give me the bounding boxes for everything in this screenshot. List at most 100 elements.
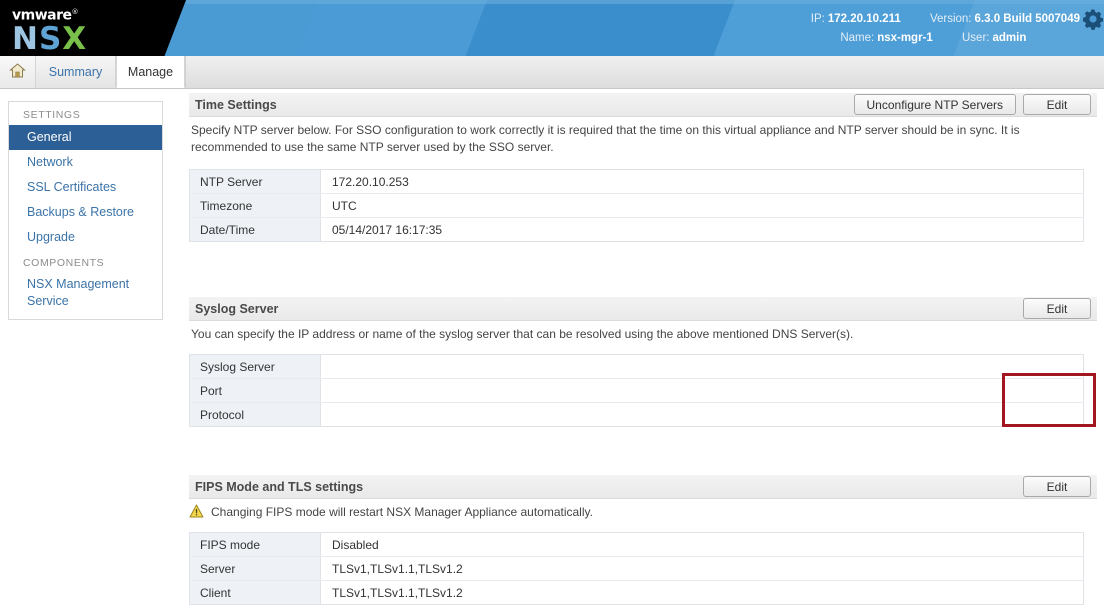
banner-name: Name:nsx-mgr-1 xyxy=(840,29,932,48)
fips-mode-table: FIPS mode Disabled Server TLSv1,TLSv1.1,… xyxy=(189,532,1084,605)
banner-info-row-1: IP:172.20.10.211 Version:6.3.0 Build 500… xyxy=(811,10,1080,29)
fips-mode-header: FIPS Mode and TLS settings Edit xyxy=(189,475,1097,499)
syslog-server-edit-button[interactable]: Edit xyxy=(1023,298,1091,319)
sidebar-item-network[interactable]: Network xyxy=(9,150,162,175)
nsx-wordmark: NSX xyxy=(12,24,87,55)
fips-mode-description: Changing FIPS mode will restart NSX Mana… xyxy=(211,505,593,519)
datetime-value: 05/14/2017 16:17:35 xyxy=(321,218,1084,242)
gear-icon[interactable] xyxy=(1082,8,1104,30)
syslog-port-label: Port xyxy=(190,379,321,403)
table-row: Protocol xyxy=(190,403,1084,427)
sidebar-item-network-label: Network xyxy=(27,155,73,169)
syslog-server-actions: Edit xyxy=(1023,298,1091,319)
banner-panel-3 xyxy=(466,0,742,56)
fips-mode-edit-button[interactable]: Edit xyxy=(1023,476,1091,497)
settings-sidebar: SETTINGS General Network SSL Certificate… xyxy=(8,101,163,320)
banner-panel-2 xyxy=(297,0,493,56)
workspace: SETTINGS General Network SSL Certificate… xyxy=(0,89,1104,612)
fips-mode-description-wrap: Changing FIPS mode will restart NSX Mana… xyxy=(189,499,1049,528)
timezone-value: UTC xyxy=(321,194,1084,218)
table-row: FIPS mode Disabled xyxy=(190,533,1084,557)
datetime-label: Date/Time xyxy=(190,218,321,242)
banner-top-highlight xyxy=(186,0,1104,4)
table-row: Date/Time 05/14/2017 16:17:35 xyxy=(190,218,1084,242)
fips-mode-section: FIPS Mode and TLS settings Edit Changing… xyxy=(189,475,1097,605)
sidebar-item-ssl-certificates-label: SSL Certificates xyxy=(27,180,116,194)
nsx-letter-n: N xyxy=(12,21,39,56)
sidebar-item-general[interactable]: General xyxy=(9,125,162,150)
warning-triangle-icon xyxy=(189,504,204,518)
sidebar-item-backups-restore-label: Backups & Restore xyxy=(27,205,134,219)
nsx-letter-x: X xyxy=(62,21,87,56)
time-settings-header: Time Settings Unconfigure NTP Servers Ed… xyxy=(189,93,1097,117)
time-settings-section: Time Settings Unconfigure NTP Servers Ed… xyxy=(189,93,1097,242)
table-row: Timezone UTC xyxy=(190,194,1084,218)
vmware-nsx-logo: vmware® NSX xyxy=(12,5,87,55)
sidebar-item-nsx-management-service[interactable]: NSX Management Service xyxy=(9,273,162,313)
table-row: Port xyxy=(190,379,1084,403)
banner-version: Version:6.3.0 Build 5007049 xyxy=(930,10,1080,29)
banner-version-value: 6.3.0 Build 5007049 xyxy=(975,13,1080,25)
syslog-server-section: Syslog Server Edit You can specify the I… xyxy=(189,297,1097,427)
banner-ip-label: IP: xyxy=(811,13,825,25)
sidebar-group-components-title: COMPONENTS xyxy=(9,250,162,273)
banner-user-value: admin xyxy=(992,32,1026,44)
syslog-protocol-label: Protocol xyxy=(190,403,321,427)
tls-server-value: TLSv1,TLSv1.1,TLSv1.2 xyxy=(321,557,1084,581)
home-button[interactable] xyxy=(0,56,36,88)
tls-client-value: TLSv1,TLSv1.1,TLSv1.2 xyxy=(321,581,1084,605)
syslog-server-title: Syslog Server xyxy=(189,302,278,316)
nsx-letter-s: S xyxy=(39,21,62,56)
syslog-server-label: Syslog Server xyxy=(190,355,321,379)
vmware-registered-mark: ® xyxy=(72,8,79,16)
fips-mode-label: FIPS mode xyxy=(190,533,321,557)
time-settings-description: Specify NTP server below. For SSO config… xyxy=(189,117,1049,163)
table-row: Client TLSv1,TLSv1.1,TLSv1.2 xyxy=(190,581,1084,605)
sidebar-item-nsx-management-service-label: NSX Management Service xyxy=(27,277,129,308)
sidebar-item-general-label: General xyxy=(27,130,71,144)
banner-name-label: Name: xyxy=(840,32,874,44)
home-icon xyxy=(9,63,26,82)
tls-server-label: Server xyxy=(190,557,321,581)
tab-manage-label: Manage xyxy=(128,65,173,79)
fips-mode-actions: Edit xyxy=(1023,476,1091,497)
time-settings-actions: Unconfigure NTP Servers Edit xyxy=(854,94,1092,115)
tls-client-label: Client xyxy=(190,581,321,605)
main-tab-bar: Summary Manage xyxy=(0,56,1104,89)
syslog-port-value xyxy=(321,379,1084,403)
banner-ip: IP:172.20.10.211 xyxy=(811,10,901,29)
table-row: Server TLSv1,TLSv1.1,TLSv1.2 xyxy=(190,557,1084,581)
unconfigure-ntp-servers-button[interactable]: Unconfigure NTP Servers xyxy=(854,94,1017,115)
banner-user-label: User: xyxy=(962,32,989,44)
table-row: Syslog Server xyxy=(190,355,1084,379)
banner-info-row-2: Name:nsx-mgr-1 User:admin xyxy=(811,29,1080,48)
sidebar-item-ssl-certificates[interactable]: SSL Certificates xyxy=(9,175,162,200)
sidebar-item-upgrade[interactable]: Upgrade xyxy=(9,225,162,250)
banner-name-value: nsx-mgr-1 xyxy=(877,32,933,44)
time-settings-title: Time Settings xyxy=(189,98,277,112)
banner-version-label: Version: xyxy=(930,13,972,25)
tab-bar-filler xyxy=(185,56,1104,88)
fips-mode-title: FIPS Mode and TLS settings xyxy=(189,480,363,494)
ntp-server-value: 172.20.10.253 xyxy=(321,170,1084,194)
syslog-server-header: Syslog Server Edit xyxy=(189,297,1097,321)
time-settings-table: NTP Server 172.20.10.253 Timezone UTC Da… xyxy=(189,169,1084,242)
sidebar-group-settings-title: SETTINGS xyxy=(9,102,162,125)
banner-connection-info: IP:172.20.10.211 Version:6.3.0 Build 500… xyxy=(811,10,1080,48)
syslog-server-description: You can specify the IP address or name o… xyxy=(189,321,1049,350)
tab-summary-label: Summary xyxy=(49,65,102,79)
sidebar-item-upgrade-label: Upgrade xyxy=(27,230,75,244)
sidebar-item-backups-restore[interactable]: Backups & Restore xyxy=(9,200,162,225)
settings-content: Time Settings Unconfigure NTP Servers Ed… xyxy=(189,89,1097,605)
syslog-server-value xyxy=(321,355,1084,379)
timezone-label: Timezone xyxy=(190,194,321,218)
ntp-server-label: NTP Server xyxy=(190,170,321,194)
fips-mode-value: Disabled xyxy=(321,533,1084,557)
banner-user: User:admin xyxy=(962,29,1080,48)
tab-summary[interactable]: Summary xyxy=(36,56,116,88)
syslog-server-table: Syslog Server Port Protocol xyxy=(189,354,1084,427)
tab-manage[interactable]: Manage xyxy=(116,56,185,88)
banner-ip-value: 172.20.10.211 xyxy=(828,13,901,25)
time-settings-edit-button[interactable]: Edit xyxy=(1023,94,1091,115)
app-banner: vmware® NSX IP:172.20.10.211 Version:6.3… xyxy=(0,0,1104,56)
